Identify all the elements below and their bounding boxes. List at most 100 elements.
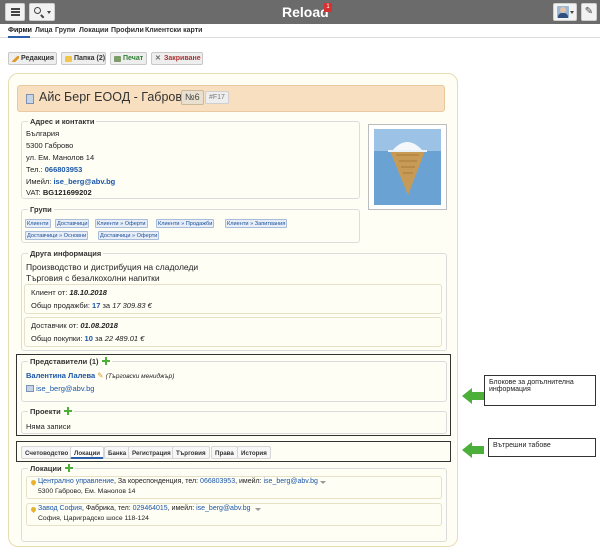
phone-label: Тел.: — [26, 165, 43, 174]
projects-legend-text: Проекти — [30, 407, 61, 416]
representatives-legend: Представители (1) — [28, 357, 112, 366]
folder-icon — [65, 56, 72, 62]
location-details: , Фабрика, тел: — [81, 505, 131, 512]
location-email-link[interactable]: ise_berg@abv.bg — [196, 505, 250, 512]
nav-item-client-cards[interactable]: Клиентски карти — [145, 27, 202, 34]
add-representative-icon[interactable] — [101, 357, 110, 365]
nav-item-locations[interactable]: Локации — [79, 27, 109, 34]
projects-legend: Проекти — [28, 407, 74, 416]
representative-role: (Търговски мениджър) — [105, 373, 175, 380]
sales-count-link[interactable]: 17 — [92, 301, 100, 310]
nav-item-companies[interactable]: Фирми — [8, 27, 32, 34]
company-name: Айс Берг ЕООД - Габрово — [39, 90, 189, 104]
tab-history[interactable]: История — [237, 446, 271, 459]
projects-box: Проекти — [21, 407, 447, 434]
activity-line-2: Търговия с безалкохолни напитки — [26, 273, 160, 283]
group-tag[interactable]: Клиенти — [25, 219, 51, 228]
email-icon — [26, 385, 34, 392]
edit-button[interactable]: Редакция — [8, 52, 57, 65]
address-phone-row: Тел.: 066803953 — [26, 165, 82, 174]
tab-bank[interactable]: Банка — [104, 446, 131, 459]
group-tag[interactable]: Клиенти » Запитвания — [225, 219, 288, 228]
email-link[interactable]: ise_berg@abv.bg — [53, 177, 115, 186]
supplier-since-label: Доставчик от: — [31, 321, 79, 330]
address-vat-row: VAT: BG121699202 — [26, 188, 92, 197]
location-email-link[interactable]: ise_berg@abv.bg — [264, 478, 318, 485]
address-country: България — [26, 129, 60, 138]
sales-total: 17 309.83 € — [112, 301, 152, 310]
edit-label: Редакция — [21, 55, 54, 62]
location-name-link[interactable]: Централно управление — [38, 478, 114, 485]
chevron-down-icon[interactable] — [320, 481, 326, 484]
vat-value: BG121699202 — [42, 188, 92, 197]
location-line: Завод София, Фабрика, тел: 029464015, им… — [38, 505, 251, 512]
company-number-badge: №6 — [181, 90, 204, 105]
callout-internal-tabs: Вътрешни табове — [488, 438, 596, 457]
total-sales-row: Общо продажби: 17 за 17 309.83 € — [31, 301, 152, 310]
search-button[interactable] — [29, 3, 55, 21]
pin-button[interactable]: ✎ — [581, 3, 597, 21]
location-phone-link[interactable]: 029464015 — [133, 505, 168, 512]
add-project-icon[interactable] — [63, 407, 72, 415]
chevron-down-icon — [47, 11, 51, 14]
total-purchases-row: Общо покупки: 10 за 22 489.01 € — [31, 334, 144, 343]
callout-extra-blocks: Блокове за допълнителна информация — [484, 375, 596, 406]
print-label: Печат — [123, 55, 144, 62]
phone-link[interactable]: 066803953 — [45, 165, 83, 174]
group-tag[interactable]: Клиенти » Оферти — [95, 219, 148, 228]
supplier-since-row: Доставчик от: 01.08.2018 — [31, 321, 118, 330]
address-legend: Адрес и контакти — [30, 117, 95, 126]
purchases-for-label: за — [94, 334, 103, 343]
tab-rights[interactable]: Права — [211, 446, 238, 459]
location-line: Централно управление, За кореспонденция,… — [38, 478, 318, 485]
group-tag[interactable]: Доставчици » Основни — [25, 231, 89, 240]
group-tag[interactable]: Клиенти » Продажби — [156, 219, 215, 228]
location-address: София, Цариградско шосе 118-124 — [38, 515, 149, 522]
pencil-icon — [12, 56, 19, 62]
print-button[interactable]: Печат — [110, 52, 147, 65]
purchases-count-link[interactable]: 10 — [85, 334, 93, 343]
group-tag[interactable]: Доставчици » Оферти — [98, 231, 160, 240]
purchases-total: 22 489.01 € — [104, 334, 145, 343]
avatar — [557, 6, 569, 18]
folder-label: Папка (2) — [74, 55, 106, 62]
folder-button[interactable]: Папка (2) — [61, 52, 106, 65]
vat-label: VAT: — [26, 188, 41, 197]
client-since-row: Клиент от: 18.10.2018 — [31, 288, 107, 297]
chevron-down-icon[interactable] — [255, 508, 261, 511]
representative-row: Валентина Лалева ✎ (Търговски мениджър) — [26, 371, 174, 380]
app-title: Reload — [282, 4, 329, 20]
supplier-since-date: 01.08.2018 — [80, 321, 118, 330]
representative-email-link[interactable]: ise_berg@abv.bg — [36, 384, 94, 393]
tab-trade[interactable]: Търговия — [172, 446, 210, 459]
arrow-left-icon — [462, 388, 484, 404]
chevron-down-icon — [570, 11, 574, 14]
close-button[interactable]: ✕ Закриване — [151, 52, 203, 65]
notification-badge[interactable]: 1 — [324, 3, 332, 12]
user-menu-button[interactable] — [553, 3, 577, 21]
group-tag[interactable]: Доставчици — [55, 219, 90, 228]
locations-legend: Локации — [28, 464, 75, 473]
representative-name-link[interactable]: Валентина Лалева — [26, 371, 95, 380]
nav-item-profiles[interactable]: Профили — [111, 27, 144, 34]
tab-locations[interactable]: Локации — [70, 446, 105, 459]
locations-legend-text: Локации — [30, 464, 62, 473]
tab-accounting[interactable]: Счетоводство — [21, 446, 73, 459]
tab-registration[interactable]: Регистрация — [128, 446, 175, 459]
location-phone-link[interactable]: 066803953 — [200, 478, 235, 485]
address-street: ул. Ем. Манолов 14 — [26, 153, 95, 162]
nav-item-persons[interactable]: Лица — [35, 27, 53, 34]
close-label: Закриване — [164, 55, 201, 62]
location-email-label: , имейл: — [167, 505, 195, 512]
add-location-icon[interactable] — [64, 464, 73, 472]
activity-line-1: Производство и дистрибуция на сладоледи — [26, 262, 199, 272]
iceberg-cone-image — [374, 129, 441, 205]
printer-icon — [114, 56, 121, 62]
menu-button[interactable] — [5, 3, 25, 21]
nav-item-groups[interactable]: Групи — [55, 27, 75, 34]
pencil-icon[interactable]: ✎ — [97, 371, 103, 380]
address-city: 5300 Габрово — [26, 141, 74, 150]
location-name-link[interactable]: Завод София — [38, 505, 82, 512]
document-icon — [26, 94, 34, 104]
pin-icon: ✎ — [584, 6, 594, 17]
